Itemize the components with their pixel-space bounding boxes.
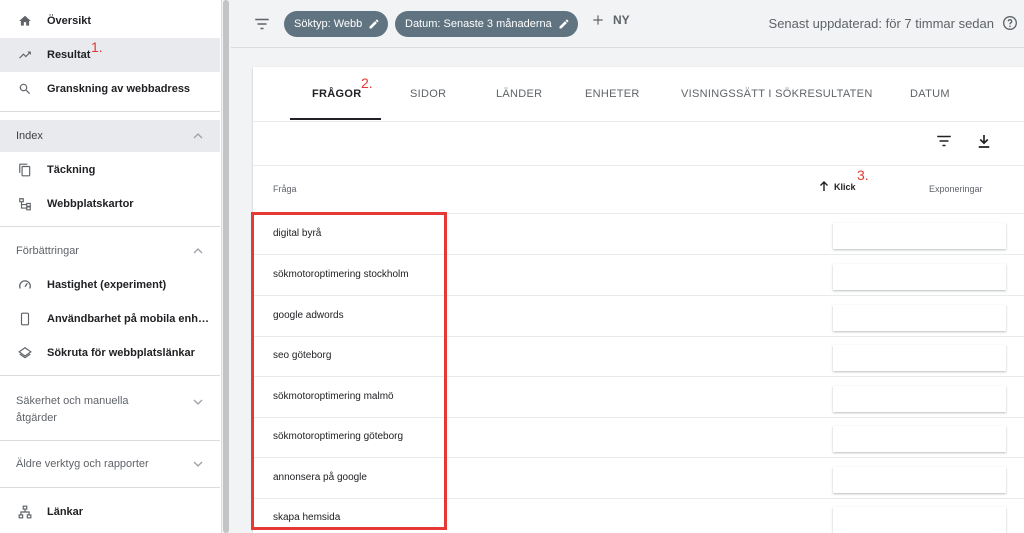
- tab-datum[interactable]: DATUM: [910, 88, 950, 100]
- divider: [253, 121, 1024, 122]
- sidebar-item-label: Resultat: [47, 49, 91, 61]
- section-title: Index: [16, 130, 43, 142]
- sidebar-item-oversikt[interactable]: Översikt: [0, 4, 220, 38]
- value-cell: [833, 223, 1006, 249]
- divider: [0, 440, 220, 441]
- phone-icon: [17, 311, 33, 327]
- trending-up-icon: [17, 47, 33, 63]
- value-cell: [833, 426, 1006, 452]
- divider: [253, 165, 1024, 166]
- sidebar-item-label: Länkar: [47, 506, 84, 518]
- search-type-chip[interactable]: Söktyp: Webb: [284, 11, 389, 37]
- divider: [0, 226, 220, 227]
- column-header-clicks-label: Klick: [834, 181, 856, 192]
- annotation-highlight-box: [251, 212, 447, 530]
- annotation-marker-2: 2.: [361, 75, 373, 91]
- value-cell: [833, 345, 1006, 371]
- sitemap-icon: [17, 196, 33, 212]
- speed-icon: [17, 277, 33, 293]
- divider: [0, 487, 220, 488]
- sidebar-item-lankar[interactable]: Länkar: [0, 495, 220, 529]
- divider: [0, 375, 220, 376]
- section-forbattringar[interactable]: Förbättringar: [0, 237, 220, 265]
- edit-icon: [559, 19, 569, 29]
- value-cell: [833, 386, 1006, 412]
- last-updated-text: Senast uppdaterad: för 7 timmar sedan: [768, 16, 994, 31]
- section-title: Förbättringar: [16, 245, 79, 257]
- tab-enheter[interactable]: ENHETER: [585, 88, 640, 100]
- sidebar-item-label: Användbarhet på mobila enh…: [47, 313, 209, 325]
- filter-icon[interactable]: [253, 15, 271, 38]
- sidebar-item-resultat[interactable]: Resultat: [0, 38, 220, 72]
- section-aldre-verktyg[interactable]: Äldre verktyg och rapporter: [0, 450, 220, 478]
- links-icon: [17, 504, 33, 520]
- filter-rows-icon[interactable]: [935, 132, 953, 155]
- sidebar-item-sokruta[interactable]: Sökruta för webbplatslänkar: [0, 336, 220, 370]
- value-cell: [833, 467, 1006, 493]
- active-tab-indicator: [290, 118, 381, 120]
- section-index[interactable]: Index: [0, 120, 220, 152]
- tab-visningssatt[interactable]: VISNINGSSÄTT I SÖKRESULTATEN: [681, 88, 873, 100]
- plus-icon: [593, 15, 603, 25]
- layers-icon: [17, 345, 33, 361]
- copy-icon: [17, 162, 33, 178]
- chevron-down-icon: [193, 399, 203, 405]
- section-title: Säkerhet och manuella åtgärder: [16, 393, 129, 427]
- search-icon: [17, 81, 33, 97]
- download-icon[interactable]: [975, 132, 993, 155]
- column-header-impressions[interactable]: Exponeringar: [929, 184, 983, 194]
- filter-bar: Söktyp: Webb Datum: Senaste 3 månaderna …: [231, 0, 1024, 48]
- sidebar-item-hastighet[interactable]: Hastighet (experiment): [0, 268, 220, 302]
- home-icon: [17, 13, 33, 29]
- sidebar-item-label: Översikt: [47, 15, 92, 27]
- help-icon[interactable]: [1002, 15, 1018, 36]
- annotation-marker-3: 3.: [857, 167, 869, 183]
- chevron-up-icon: [193, 248, 203, 254]
- chip-label: Söktyp: Webb: [294, 18, 363, 30]
- sidebar-item-label: Täckning: [47, 164, 96, 176]
- edit-icon: [369, 19, 379, 29]
- sort-arrow-up-icon: [820, 181, 828, 191]
- annotation-marker-1: 1.: [91, 39, 103, 55]
- divider: [0, 111, 220, 112]
- sidebar-item-webbplatskartor[interactable]: Webbplatskartor: [0, 187, 220, 221]
- scrollbar-thumb[interactable]: [223, 0, 229, 533]
- sidebar-item-granskning[interactable]: Granskning av webbadress: [0, 72, 220, 106]
- sidebar-item-label: Webbplatskartor: [47, 198, 134, 210]
- column-header-clicks[interactable]: Klick: [819, 181, 856, 192]
- tab-lander[interactable]: LÄNDER: [496, 88, 542, 100]
- section-sakerhet[interactable]: Säkerhet och manuella åtgärder: [0, 387, 220, 431]
- sidebar-item-mobil[interactable]: Användbarhet på mobila enh…: [0, 302, 220, 336]
- value-cell: [833, 305, 1006, 331]
- date-chip[interactable]: Datum: Senaste 3 månaderna: [395, 11, 578, 37]
- value-cell: [833, 507, 1006, 533]
- sidebar: Översikt Resultat Granskning av webbadre…: [0, 0, 222, 533]
- new-filter-label: NY: [613, 13, 630, 27]
- column-header-query[interactable]: Fråga: [273, 184, 297, 194]
- section-title: Äldre verktyg och rapporter: [16, 458, 149, 470]
- tab-fragor[interactable]: FRÅGOR: [312, 88, 361, 100]
- section-title-line1: Säkerhet och manuella: [16, 395, 129, 407]
- sidebar-item-tackning[interactable]: Täckning: [0, 153, 220, 187]
- section-title-line2: åtgärder: [16, 412, 57, 424]
- value-cell: [833, 264, 1006, 290]
- chip-label: Datum: Senaste 3 månaderna: [405, 18, 552, 30]
- sidebar-item-label: Sökruta för webbplatslänkar: [47, 347, 195, 359]
- sidebar-item-label: Granskning av webbadress: [47, 83, 191, 95]
- sidebar-item-label: Hastighet (experiment): [47, 279, 167, 291]
- sidebar-scrollbar[interactable]: [222, 0, 231, 533]
- tab-sidor[interactable]: SIDOR: [410, 88, 446, 100]
- chevron-down-icon: [193, 461, 203, 467]
- chevron-up-icon: [193, 133, 203, 139]
- new-filter-button[interactable]: NY: [591, 13, 630, 27]
